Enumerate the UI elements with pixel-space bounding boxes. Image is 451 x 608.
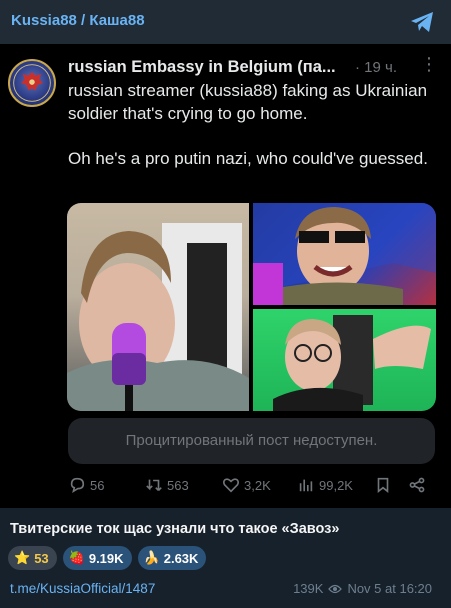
reply-count: 56 xyxy=(90,477,105,493)
share-action[interactable] xyxy=(408,476,426,494)
heart-icon xyxy=(222,478,240,493)
more-options-icon[interactable]: ⋮ xyxy=(420,55,438,73)
like-count: 3,2K xyxy=(244,477,271,493)
channel-header: Kussia88 / Каша88 xyxy=(0,0,451,44)
tweet-action-bar: 56 563 3,2K 99,2K xyxy=(0,476,451,500)
bookmark-icon xyxy=(377,477,389,493)
repost-icon xyxy=(146,479,162,491)
banana-icon: 🍌 xyxy=(143,550,160,565)
views-action[interactable]: 99,2K xyxy=(297,476,353,494)
strawberry-icon: 🍓 xyxy=(68,550,85,565)
tweet-paragraph: russian streamer (kussia88) faking as Uk… xyxy=(68,81,428,123)
eagle-emblem-icon xyxy=(13,64,51,102)
reaction-strawberry[interactable]: 🍓 9.19K xyxy=(62,546,132,570)
telegram-icon[interactable] xyxy=(409,10,435,34)
reaction-count: 2.63K xyxy=(163,550,199,566)
post-meta: 139K Nov 5 at 16:20 xyxy=(293,581,432,596)
tweet-paragraph: Oh he's a pro putin nazi, who could've g… xyxy=(68,148,428,168)
tweet-text: russian streamer (kussia88) faking as Uk… xyxy=(68,80,438,193)
post-date: Nov 5 at 16:20 xyxy=(347,581,432,596)
streamer-photo-sunglasses[interactable] xyxy=(253,203,436,305)
embassy-avatar xyxy=(8,59,56,107)
share-icon xyxy=(409,477,425,493)
post-caption: Твитерские ток щас узнали что такое «Зав… xyxy=(10,521,340,537)
post-link[interactable]: t.me/KussiaOfficial/1487 xyxy=(10,581,155,596)
reaction-banana[interactable]: 🍌 2.63K xyxy=(137,546,207,570)
reaction-count: 9.19K xyxy=(88,550,124,566)
star-icon: ⭐ xyxy=(14,550,31,565)
reaction-star[interactable]: ⭐ 53 xyxy=(8,546,57,570)
repost-count: 563 xyxy=(167,477,189,493)
tweet-author[interactable]: russian Embassy in Belgium (па... xyxy=(68,58,336,77)
eye-icon xyxy=(328,584,343,593)
quoted-post-unavailable: Процитированный пост недоступен. xyxy=(68,418,435,464)
tweet-card: russian Embassy in Belgium (па... · 19 ч… xyxy=(0,44,451,508)
views-count: 99,2K xyxy=(319,477,353,493)
streamer-photo-greenscreen[interactable] xyxy=(253,309,436,411)
reaction-count: 53 xyxy=(34,550,49,566)
tweet-media-grid xyxy=(67,203,436,411)
view-count: 139K xyxy=(293,581,324,596)
tweet-time: · 19 ч. xyxy=(355,59,397,76)
channel-title[interactable]: Kussia88 / Каша88 xyxy=(11,12,145,29)
reply-icon xyxy=(70,477,85,494)
bar-chart-icon xyxy=(299,479,313,492)
bookmark-action[interactable] xyxy=(374,476,392,494)
repost-action[interactable]: 563 xyxy=(145,476,189,494)
reactions-bar: ⭐ 53 🍓 9.19K 🍌 2.63K xyxy=(8,546,207,570)
like-action[interactable]: 3,2K xyxy=(222,476,271,494)
streamer-photo-mic[interactable] xyxy=(67,203,249,411)
reply-action[interactable]: 56 xyxy=(68,476,104,494)
